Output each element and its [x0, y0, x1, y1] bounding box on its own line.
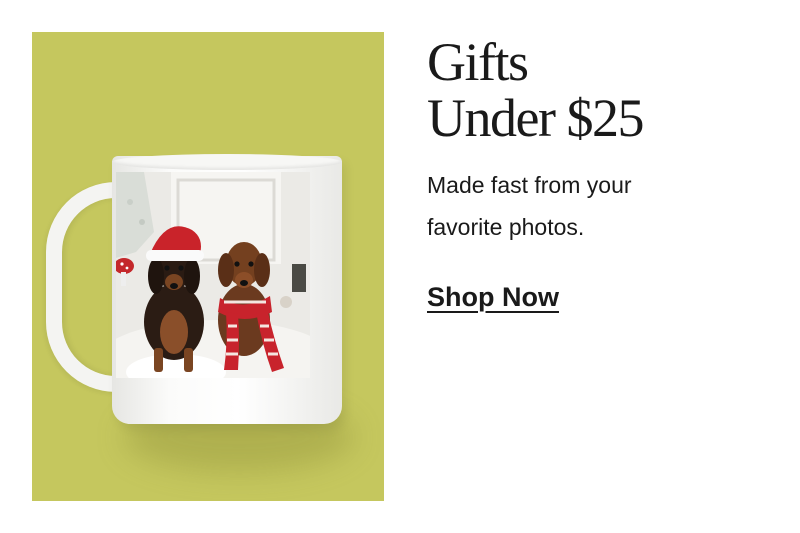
promo-description-line2: favorite photos.: [427, 214, 585, 240]
dogs-photo: [116, 172, 310, 378]
promo-title-line2: Under $25: [427, 88, 644, 148]
promo-text-block: Gifts Under $25 Made fast from your favo…: [427, 34, 787, 313]
shop-now-link[interactable]: Shop Now: [427, 282, 559, 313]
promo-description: Made fast from your favorite photos.: [427, 164, 787, 248]
mug-rim: [112, 154, 342, 170]
promo-title-line1: Gifts: [427, 32, 529, 92]
promo-description-line1: Made fast from your: [427, 172, 632, 198]
mug-photo-print: [116, 172, 310, 378]
product-image-mug[interactable]: [32, 32, 384, 501]
promo-title: Gifts Under $25: [427, 34, 787, 146]
